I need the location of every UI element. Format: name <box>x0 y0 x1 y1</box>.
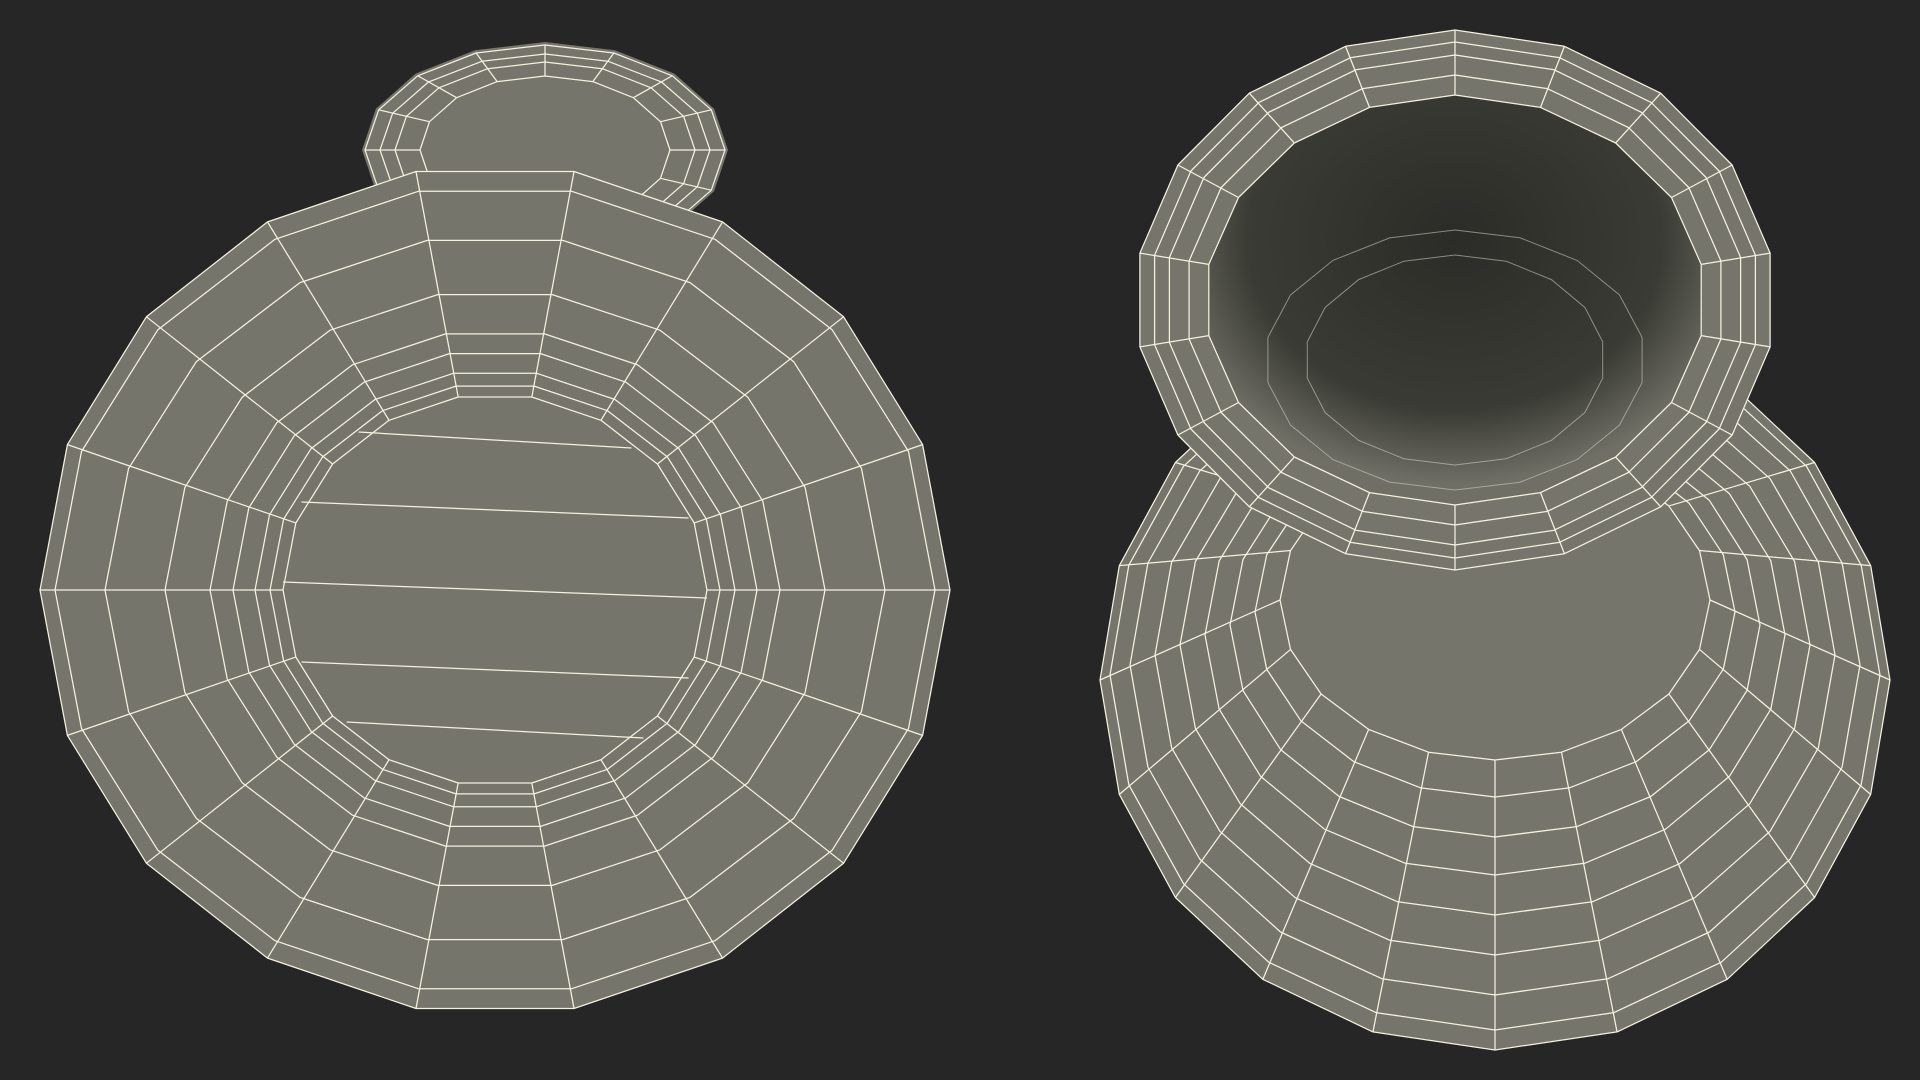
wireframe-render <box>39 29 1891 1051</box>
vase-bottom-view <box>39 42 951 1010</box>
opening-interior <box>1208 95 1702 505</box>
vase-opening <box>1139 29 1771 571</box>
render-viewport <box>0 0 1920 1080</box>
vase-body-bottom <box>39 170 951 1010</box>
vase-top-view <box>1099 29 1891 1051</box>
